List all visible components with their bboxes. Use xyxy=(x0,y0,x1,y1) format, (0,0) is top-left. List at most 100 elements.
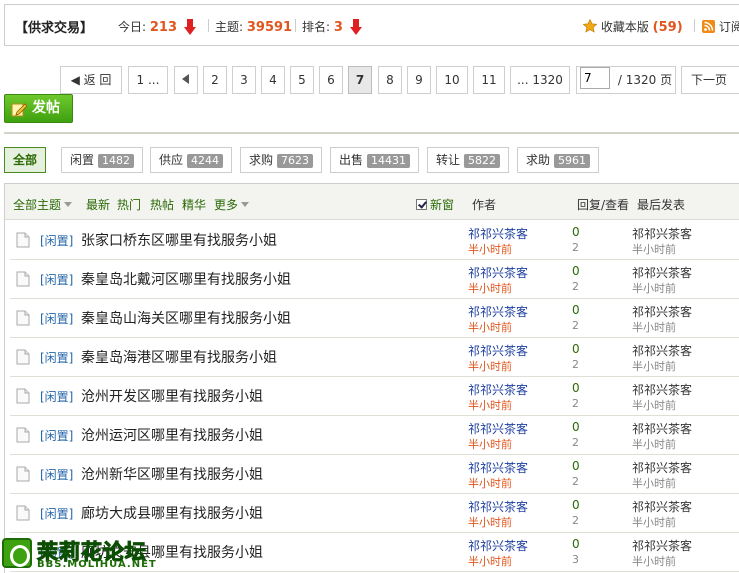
last-poster-link[interactable]: 祁祁兴茶客 xyxy=(632,420,692,437)
author-link[interactable]: 祁祁兴茶客 xyxy=(468,225,528,242)
author-link[interactable]: 祁祁兴茶客 xyxy=(468,459,528,476)
last-post-time[interactable]: 半小时前 xyxy=(632,358,676,374)
thread-row: [闲置] 沧州开发区哪里有找服务小姐 祁祁兴茶客 半小时前 0 2 祁祁兴茶客 半小时前 xyxy=(10,377,739,416)
last-post-time[interactable]: 半小时前 xyxy=(632,241,676,257)
page-link[interactable]: 6 xyxy=(319,66,343,94)
last-poster-link[interactable]: 祁祁兴茶客 xyxy=(632,264,692,281)
document-icon xyxy=(15,349,31,365)
thread-category[interactable]: [闲置] xyxy=(40,271,73,288)
author-link[interactable]: 祁祁兴茶客 xyxy=(468,420,528,437)
filter-all[interactable]: 全部 xyxy=(4,147,47,173)
page-link[interactable]: 4 xyxy=(261,66,285,94)
author-link[interactable]: 祁祁兴茶客 xyxy=(468,498,528,515)
last-post-time[interactable]: 半小时前 xyxy=(632,553,676,569)
thread-row: [闲置] 张家口桥东区哪里有找服务小姐 祁祁兴茶客 半小时前 0 2 祁祁兴茶客 半小时前 xyxy=(10,221,739,260)
today-stat: 今日: 213 xyxy=(118,18,196,35)
filter-buy[interactable]: 求购 7623 xyxy=(240,147,323,173)
thread-category[interactable]: [闲置] xyxy=(40,310,73,327)
page-link[interactable]: 10 xyxy=(436,66,468,94)
thread-title-link[interactable]: 沧州新华区哪里有找服务小姐 xyxy=(81,464,263,484)
thread-category[interactable]: [闲置] xyxy=(40,232,73,249)
filter-count: 1482 xyxy=(98,154,135,168)
next-page-button[interactable]: 下一页 xyxy=(681,66,739,94)
back-button[interactable]: ◀ 返 回 xyxy=(60,66,122,94)
thread-title-link[interactable]: 秦皇岛海港区哪里有找服务小姐 xyxy=(81,347,277,367)
prev-page-button[interactable] xyxy=(174,66,198,94)
page-link[interactable]: 5 xyxy=(290,66,314,94)
reply-count: 0 xyxy=(572,498,580,512)
filter-idle[interactable]: 闲置 1482 xyxy=(61,147,144,173)
last-poster-link[interactable]: 祁祁兴茶客 xyxy=(632,498,692,515)
document-icon xyxy=(15,310,31,326)
last-post-time[interactable]: 半小时前 xyxy=(632,397,676,413)
page-link[interactable]: 2 xyxy=(203,66,227,94)
thread-category[interactable]: [闲置] xyxy=(40,427,73,444)
last-post-time[interactable]: 半小时前 xyxy=(632,475,676,491)
last-poster-link[interactable]: 祁祁兴茶客 xyxy=(632,225,692,242)
filter-help[interactable]: 求助 5961 xyxy=(517,147,600,173)
thread-category[interactable]: [闲置] xyxy=(40,349,73,366)
author-link[interactable]: 祁祁兴茶客 xyxy=(468,381,528,398)
page-number-input[interactable] xyxy=(580,67,610,89)
favorite-board-link[interactable]: 收藏本版 (59) xyxy=(582,18,683,35)
document-icon xyxy=(15,388,31,404)
star-icon xyxy=(582,18,598,33)
thread-title-link[interactable]: 张家口桥东区哪里有找服务小姐 xyxy=(81,230,277,250)
thread-category[interactable]: [闲置] xyxy=(40,505,73,522)
filter-transfer[interactable]: 转让 5822 xyxy=(427,147,510,173)
last-post-time[interactable]: 半小时前 xyxy=(632,514,676,530)
filter-supply[interactable]: 供应 4244 xyxy=(150,147,233,173)
post-time: 半小时前 xyxy=(468,282,512,295)
thread-title-link[interactable]: 廊坊大成县哪里有找服务小姐 xyxy=(81,503,263,523)
last-poster-link[interactable]: 祁祁兴茶客 xyxy=(632,381,692,398)
filter-count: 5822 xyxy=(464,154,501,168)
new-window-checkbox[interactable] xyxy=(416,199,427,210)
last-poster-link[interactable]: 祁祁兴茶客 xyxy=(632,303,692,320)
last-poster-link[interactable]: 祁祁兴茶客 xyxy=(632,537,692,554)
post-time: 半小时前 xyxy=(468,399,512,412)
section-divider xyxy=(4,132,739,134)
last-post-time[interactable]: 半小时前 xyxy=(632,319,676,335)
first-page-link[interactable]: 1 ... xyxy=(128,66,168,94)
author-link[interactable]: 祁祁兴茶客 xyxy=(468,264,528,281)
author-link[interactable]: 祁祁兴茶客 xyxy=(468,342,528,359)
thread-title-link[interactable]: 秦皇岛北戴河区哪里有找服务小姐 xyxy=(81,269,291,289)
last-post-time[interactable]: 半小时前 xyxy=(632,280,676,296)
last-poster-link[interactable]: 祁祁兴茶客 xyxy=(632,342,692,359)
view-count: 3 xyxy=(572,553,579,566)
more-dropdown[interactable]: 更多 xyxy=(214,196,249,213)
new-window-toggle[interactable]: 新窗 xyxy=(416,196,454,213)
sort-latest[interactable]: 最新 xyxy=(86,196,110,213)
current-page: 7 xyxy=(348,66,372,94)
reply-count: 0 xyxy=(572,420,580,434)
filter-sell[interactable]: 出售 14431 xyxy=(330,147,420,173)
thread-row: [闲置] 廊坊大成县哪里有找服务小姐 祁祁兴茶客 半小时前 0 2 祁祁兴茶客 半小时前 xyxy=(10,494,739,533)
new-post-button[interactable]: 发帖 xyxy=(4,94,73,123)
thread-title-link[interactable]: 沧州运河区哪里有找服务小姐 xyxy=(81,425,263,445)
sort-digest[interactable]: 精华 xyxy=(182,196,206,213)
thread-title-link[interactable]: 秦皇岛山海关区哪里有找服务小姐 xyxy=(81,308,291,328)
page-link[interactable]: 11 xyxy=(473,66,505,94)
sort-hot[interactable]: 热门 xyxy=(117,196,141,213)
divider xyxy=(295,19,296,32)
all-topics-dropdown[interactable]: 全部主题 xyxy=(13,196,72,213)
thread-category[interactable]: [闲置] xyxy=(40,466,73,483)
view-count: 2 xyxy=(572,436,579,449)
subscribe-link[interactable]: 订阅 xyxy=(702,18,739,35)
page-link[interactable]: 3 xyxy=(232,66,256,94)
author-link[interactable]: 祁祁兴茶客 xyxy=(468,537,528,554)
document-icon xyxy=(15,271,31,287)
thread-category[interactable]: [闲置] xyxy=(40,388,73,405)
last-poster-link[interactable]: 祁祁兴茶客 xyxy=(632,459,692,476)
sort-hot-posts[interactable]: 热帖 xyxy=(150,196,174,213)
last-page-link[interactable]: ... 1320 xyxy=(510,66,570,94)
filter-count: 14431 xyxy=(367,154,411,168)
today-count: 213 xyxy=(149,20,178,35)
last-post-time[interactable]: 半小时前 xyxy=(632,436,676,452)
post-time: 半小时前 xyxy=(468,477,512,490)
page-link[interactable]: 9 xyxy=(407,66,431,94)
page-link[interactable]: 8 xyxy=(378,66,402,94)
reply-count: 0 xyxy=(572,225,580,239)
thread-title-link[interactable]: 沧州开发区哪里有找服务小姐 xyxy=(81,386,263,406)
author-link[interactable]: 祁祁兴茶客 xyxy=(468,303,528,320)
